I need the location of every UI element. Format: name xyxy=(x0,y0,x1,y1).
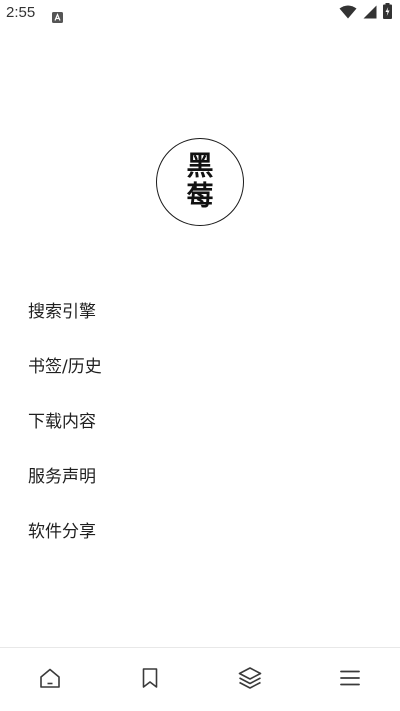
status-icons xyxy=(339,3,392,23)
notification-a-icon xyxy=(52,8,63,23)
home-icon xyxy=(38,666,62,694)
menu-item-bookmarks-history[interactable]: 书签/历史 xyxy=(0,337,400,392)
nav-menu-button[interactable] xyxy=(320,655,380,705)
bookmark-icon xyxy=(138,666,162,694)
app-logo: 黑 莓 xyxy=(156,138,244,226)
battery-charging-icon xyxy=(383,3,392,23)
wifi-icon xyxy=(339,4,357,23)
menu-item-service-statement[interactable]: 服务声明 xyxy=(0,447,400,502)
layers-icon xyxy=(237,665,263,695)
main-menu: 搜索引擎 书签/历史 下载内容 服务声明 软件分享 xyxy=(0,282,400,557)
bottom-nav xyxy=(0,647,400,711)
nav-bookmark-button[interactable] xyxy=(120,655,180,705)
menu-item-share-app[interactable]: 软件分享 xyxy=(0,502,400,557)
nav-home-button[interactable] xyxy=(20,655,80,705)
logo-char-bottom: 莓 xyxy=(186,181,214,212)
status-bar: 2:55 xyxy=(0,0,400,28)
menu-icon xyxy=(338,666,362,694)
cellular-signal-icon xyxy=(363,4,377,23)
logo-char-top: 黑 xyxy=(186,151,214,182)
nav-tabs-button[interactable] xyxy=(220,655,280,705)
menu-item-search-engine[interactable]: 搜索引擎 xyxy=(0,282,400,337)
status-time: 2:55 xyxy=(6,4,36,21)
menu-item-downloads[interactable]: 下载内容 xyxy=(0,392,400,447)
